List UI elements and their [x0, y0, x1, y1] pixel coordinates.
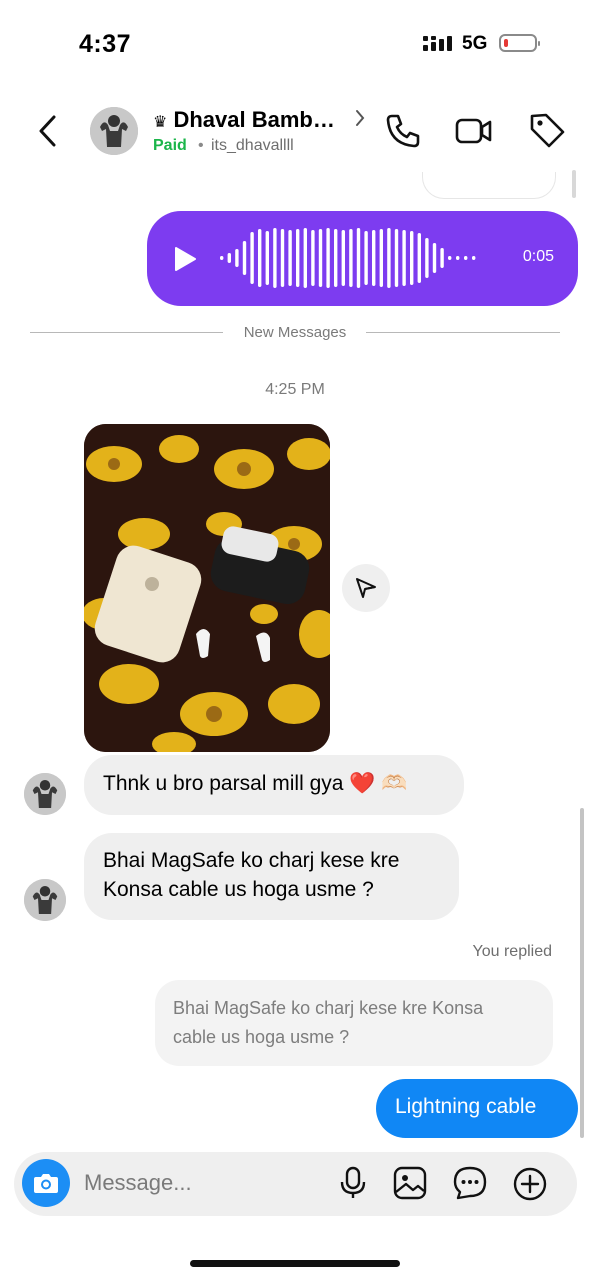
- waveform-bar: [334, 229, 338, 287]
- quote-line-2: cable us hoga usme ?: [173, 1027, 350, 1047]
- waveform-bar: [425, 238, 429, 278]
- phone-call-icon[interactable]: [384, 112, 422, 150]
- photo-content: [84, 424, 330, 752]
- message-text-line-2: Konsa cable us hoga usme ?: [103, 878, 374, 901]
- waveform-bar: [448, 256, 452, 260]
- waveform-bar: [288, 230, 292, 286]
- waveform-bar: [326, 228, 330, 288]
- tag-icon[interactable]: [528, 111, 566, 149]
- scrollbar[interactable]: [580, 808, 584, 1138]
- waveform-bar: [235, 249, 239, 267]
- waveform-bar: [250, 232, 254, 284]
- waveform-bar: [440, 248, 444, 268]
- message-timestamp: 4:25 PM: [265, 381, 325, 398]
- camera-icon: [34, 1174, 58, 1193]
- message-text: Lightning cable: [395, 1095, 537, 1118]
- waveform-bar: [364, 231, 368, 285]
- waveform-bar: [280, 229, 285, 287]
- signal-icon: [423, 36, 452, 51]
- share-button[interactable]: [342, 564, 390, 612]
- sticker-chat-icon[interactable]: [453, 1166, 487, 1200]
- message-text: Thnk u bro parsal mill gya ❤️ 🫶🏻: [103, 772, 408, 795]
- waveform-bar: [356, 228, 361, 288]
- waveform-bar: [456, 256, 460, 260]
- camera-button[interactable]: [22, 1159, 70, 1207]
- waveform-bar: [227, 253, 231, 263]
- status-time: 4:37: [79, 30, 132, 58]
- paid-badge: Paid: [153, 137, 187, 154]
- sender-avatar[interactable]: [24, 773, 66, 815]
- quote-line-1: Bhai MagSafe ko charj kese kre Konsa: [173, 998, 484, 1018]
- new-messages-label: New Messages: [0, 324, 590, 341]
- you-replied-label: You replied: [472, 943, 552, 960]
- crown-icon: ♛: [153, 114, 168, 131]
- sender-avatar[interactable]: [24, 879, 66, 921]
- message-text-line-1: Bhai MagSafe ko charj kese kre: [103, 849, 400, 872]
- waveform-bar: [273, 228, 277, 288]
- waveform-bar: [318, 229, 323, 287]
- waveform-bar: [410, 231, 414, 285]
- battery-icon: [499, 34, 540, 52]
- waveform-bar: [296, 229, 300, 287]
- avatar-figure-icon: [24, 773, 66, 815]
- contact-avatar[interactable]: [90, 107, 138, 155]
- waveform-bar: [265, 231, 269, 285]
- waveform-bar: [394, 229, 399, 287]
- home-indicator[interactable]: [190, 1260, 400, 1267]
- incoming-message[interactable]: Bhai MagSafe ko charj kese kre Konsa cab…: [84, 833, 459, 920]
- video-call-icon[interactable]: [455, 112, 493, 150]
- waveform-bar: [311, 230, 315, 286]
- waveform-bar: [242, 241, 247, 275]
- waveform-bar: [372, 230, 376, 286]
- microphone-icon[interactable]: [338, 1166, 368, 1200]
- waveform-bar: [341, 230, 345, 286]
- message-input[interactable]: [84, 1170, 314, 1196]
- waveform-icon: [220, 228, 476, 288]
- waveform-bar: [220, 256, 224, 260]
- play-icon[interactable]: [171, 245, 199, 273]
- separator-dot: •: [198, 137, 204, 154]
- send-icon: [356, 578, 376, 598]
- waveform-bar: [417, 233, 421, 283]
- quoted-message[interactable]: Bhai MagSafe ko charj kese kre Konsa cab…: [155, 980, 553, 1066]
- contact-name-text: Dhaval Bamb…: [173, 107, 335, 132]
- add-icon[interactable]: [512, 1166, 548, 1202]
- waveform-bar: [472, 256, 476, 260]
- waveform-bar: [402, 230, 406, 286]
- waveform-bar: [432, 243, 437, 273]
- gallery-icon[interactable]: [393, 1166, 427, 1200]
- chevron-right-icon[interactable]: [354, 108, 366, 128]
- previous-bubble-edge: [422, 172, 556, 199]
- waveform-bar: [303, 228, 307, 288]
- incoming-message[interactable]: Thnk u bro parsal mill gya ❤️ 🫶🏻: [84, 755, 464, 815]
- waveform-bar: [387, 228, 391, 288]
- contact-username: its_dhavallll: [211, 137, 294, 154]
- avatar-figure-icon: [90, 107, 138, 155]
- waveform-bar: [349, 229, 353, 287]
- waveform-bar: [379, 229, 383, 287]
- waveform-bar: [258, 229, 262, 287]
- back-icon[interactable]: [36, 114, 60, 148]
- outgoing-message[interactable]: Lightning cable: [376, 1079, 578, 1138]
- waveform-bar: [464, 256, 468, 260]
- shared-photo[interactable]: [84, 424, 330, 752]
- avatar-figure-icon: [24, 879, 66, 921]
- scroll-indicator-top: [572, 170, 576, 198]
- voice-duration: 0:05: [522, 248, 554, 265]
- contact-name[interactable]: ♛ Dhaval Bamb…: [153, 107, 335, 133]
- network-type: 5G: [462, 33, 488, 54]
- voice-message[interactable]: 0:05: [147, 211, 578, 306]
